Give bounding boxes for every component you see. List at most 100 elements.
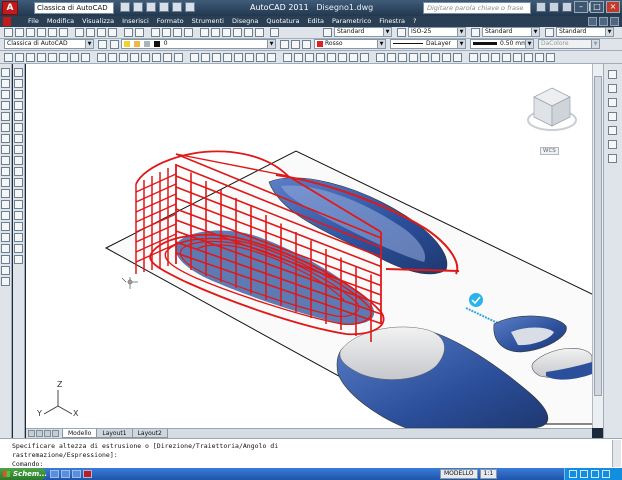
open-icon[interactable] [133, 2, 143, 12]
close-button[interactable]: × [606, 1, 620, 13]
menu-item-visualizza[interactable]: Visualizza [82, 17, 114, 25]
break-icon[interactable] [14, 200, 23, 209]
fly-icon[interactable] [349, 53, 358, 62]
3d-move-icon[interactable] [212, 53, 221, 62]
publish-icon[interactable] [59, 28, 68, 37]
paste-icon[interactable] [97, 28, 106, 37]
visual-style-wire-icon[interactable] [267, 53, 276, 62]
lineweight-select[interactable]: 0.50 mm ▼ [470, 39, 534, 49]
lights-icon[interactable] [387, 53, 396, 62]
print-icon[interactable] [37, 28, 46, 37]
multileader-style-icon[interactable] [545, 28, 554, 37]
layer-select[interactable]: 0 ▼ [121, 39, 276, 49]
copy-object-icon[interactable] [14, 79, 23, 88]
help-search-input[interactable]: Digitare parola chiave o frase [423, 2, 531, 14]
gradient-icon[interactable] [1, 233, 10, 242]
table-style-icon[interactable] [471, 28, 480, 37]
redo-icon[interactable] [172, 2, 182, 12]
annotation-scale[interactable]: 1:1 [479, 469, 498, 479]
helix-icon[interactable] [81, 53, 90, 62]
zoom-in-icon[interactable] [608, 140, 617, 149]
ucs-previous-icon[interactable] [546, 53, 555, 62]
walk-icon[interactable] [338, 53, 347, 62]
menu-item-quotatura[interactable]: Quotatura [266, 17, 299, 25]
layer-match-icon[interactable] [302, 40, 311, 49]
view-left-icon[interactable] [431, 53, 440, 62]
properties-icon[interactable] [200, 28, 209, 37]
loft-icon[interactable] [152, 53, 161, 62]
zoom-realtime-icon[interactable] [162, 28, 171, 37]
add-selected-icon[interactable] [1, 277, 10, 286]
design-center-icon[interactable] [211, 28, 220, 37]
intersect-icon[interactable] [190, 53, 199, 62]
wcs-menu[interactable]: WCS [540, 147, 559, 155]
iso-nw-icon[interactable] [513, 53, 522, 62]
plot-icon[interactable] [185, 2, 195, 12]
rectangle-icon[interactable] [1, 112, 10, 121]
view-front-icon[interactable] [453, 53, 462, 62]
3d-array-icon[interactable] [245, 53, 254, 62]
scroll-thumb[interactable] [594, 76, 602, 396]
free-orbit-icon[interactable] [327, 53, 336, 62]
save-icon[interactable] [146, 2, 156, 12]
minimize-button[interactable]: – [574, 1, 588, 13]
cylinder-icon[interactable] [26, 53, 35, 62]
materials-icon[interactable] [398, 53, 407, 62]
visual-style-2d-icon[interactable] [256, 53, 265, 62]
slice-icon[interactable] [201, 53, 210, 62]
command-prompt[interactable]: Comando: [12, 460, 43, 468]
menu-item-strumenti[interactable]: Strumenti [192, 17, 224, 25]
trim-icon[interactable] [14, 167, 23, 176]
start-button[interactable]: Schem... [0, 468, 47, 480]
taskbar-app-icon[interactable] [61, 470, 70, 478]
preview-icon[interactable] [48, 28, 57, 37]
taskbar-app-icon[interactable] [50, 470, 59, 478]
rotate-icon[interactable] [14, 134, 23, 143]
region-icon[interactable] [1, 244, 10, 253]
view-top-icon[interactable] [409, 53, 418, 62]
line-icon[interactable] [1, 68, 10, 77]
stretch-icon[interactable] [14, 156, 23, 165]
help-question-icon[interactable] [270, 28, 279, 37]
make-block-icon[interactable] [1, 200, 10, 209]
steering-wheel-icon[interactable] [608, 98, 617, 107]
linetype-select[interactable]: DaLayer ▼ [390, 39, 466, 49]
extrude-icon[interactable] [108, 53, 117, 62]
box-icon[interactable] [4, 53, 13, 62]
taskbar-autocad-icon[interactable] [83, 470, 92, 478]
undo-icon[interactable] [159, 2, 169, 12]
insert-block-icon[interactable] [1, 189, 10, 198]
save-file-icon[interactable] [26, 28, 35, 37]
document-icon[interactable] [3, 17, 11, 26]
prev-tab-icon[interactable] [36, 430, 43, 437]
tab-layout1[interactable]: Layout1 [96, 429, 133, 438]
command-scrollbar[interactable] [612, 440, 621, 467]
maximize-button[interactable]: □ [590, 1, 604, 13]
text-style-select[interactable]: Standard ▼ [334, 27, 392, 37]
doc-restore-button[interactable] [599, 17, 608, 26]
ellipse-icon[interactable] [1, 167, 10, 176]
extend-icon[interactable] [14, 178, 23, 187]
subscription-icon[interactable] [549, 2, 559, 12]
planar-surface-icon[interactable] [97, 53, 106, 62]
polyline-icon[interactable] [1, 90, 10, 99]
view-back-icon[interactable] [469, 53, 478, 62]
table-style-select[interactable]: Standard ▼ [482, 27, 540, 37]
ucs-world-icon[interactable] [535, 53, 544, 62]
subtract-icon[interactable] [174, 53, 183, 62]
ellipse-arc-icon[interactable] [1, 178, 10, 187]
camera-icon[interactable] [360, 53, 369, 62]
menu-item-finestra[interactable]: Finestra [379, 17, 405, 25]
iso-ne-icon[interactable] [502, 53, 511, 62]
table-icon[interactable] [1, 255, 10, 264]
layer-manager-icon[interactable] [110, 40, 119, 49]
pan-icon[interactable] [151, 28, 160, 37]
presspull-icon[interactable] [119, 53, 128, 62]
wedge-icon[interactable] [48, 53, 57, 62]
zoom-window-icon[interactable] [173, 28, 182, 37]
visual-style-realistic-icon[interactable] [294, 53, 303, 62]
sweep-icon[interactable] [130, 53, 139, 62]
plotstyle-select[interactable]: DaColore ▼ [538, 39, 600, 49]
menu-item-disegna[interactable]: Disegna [232, 17, 258, 25]
calculator-icon[interactable] [255, 28, 264, 37]
